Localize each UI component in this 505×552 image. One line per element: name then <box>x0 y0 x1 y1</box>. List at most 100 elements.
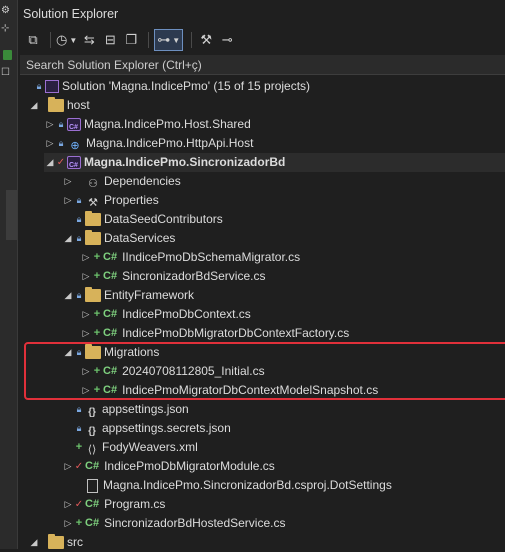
lock-icon: 🔒︎ <box>58 138 64 148</box>
web-project-icon: ⊕ <box>70 140 80 152</box>
tree-item-file[interactable]: ▷ + C# IndicePmoDbMigratorDbContextFacto… <box>80 324 350 343</box>
tree-item-folder[interactable]: ◢ 🔒︎ DataServices <box>62 229 175 248</box>
gear-icon[interactable]: ⚙ <box>1 6 13 16</box>
left-scrollbar[interactable] <box>6 190 17 240</box>
lock-icon: 🔒︎ <box>76 404 82 414</box>
added-icon: + <box>75 517 83 529</box>
tree-item-file[interactable]: ▷ + C# 20240708112805_Initial.cs <box>80 362 265 381</box>
expanded-caret-icon[interactable]: ◢ <box>28 533 40 552</box>
search-input[interactable]: Search Solution Explorer (Ctrl+ç) <box>20 55 505 75</box>
tree-item-label: Magna.IndicePmo.HttpApi.Host <box>86 136 254 150</box>
tree-item-label: Properties <box>104 193 159 207</box>
history-icon[interactable]: ◷ ▼ <box>56 30 77 50</box>
tree-item-project[interactable]: ▷ 🔒︎ ⊕ Magna.IndicePmo.HttpApi.Host <box>44 134 254 153</box>
added-icon: + <box>93 251 101 263</box>
toolbar-separator <box>191 32 193 48</box>
folder-icon <box>85 287 101 302</box>
tree-item-file[interactable]: ▷ + C# SincronizadorBdService.cs <box>80 267 266 286</box>
collapsed-caret-icon[interactable]: ▷ <box>44 115 56 134</box>
collapsed-caret-icon[interactable]: ▷ <box>80 324 92 343</box>
csharp-file-icon: C# <box>85 460 100 472</box>
tree-item-solution[interactable]: 🔒︎ Solution 'Magna.IndicePmo' (15 of 15 … <box>22 77 310 96</box>
lock-icon: 🔒︎ <box>76 423 82 433</box>
lock-icon: 🔒︎ <box>76 347 82 357</box>
tree-item-host[interactable]: ◢ host <box>28 96 90 115</box>
collapse-all-icon[interactable]: ⊟ <box>101 30 119 50</box>
show-all-files-icon[interactable]: ⊶ ▼ <box>154 29 184 51</box>
solution-explorer-toolbar: ⧉ ◷ ▼ ⇆ ⊟ ❐ ⊶ ▼ ⚒ ⊸ <box>18 28 505 52</box>
toolbar-separator <box>148 32 150 48</box>
csharp-file-icon: C# <box>103 270 118 282</box>
collapsed-caret-icon[interactable]: ▷ <box>62 191 74 210</box>
tree-item-label: appsettings.json <box>102 402 189 416</box>
expanded-caret-icon[interactable]: ◢ <box>62 229 74 248</box>
csproj-icon <box>67 118 81 137</box>
tree-item-project[interactable]: ▷ 🔒︎ Magna.IndicePmo.Host.Shared <box>44 115 251 137</box>
lock-icon: 🔒︎ <box>76 290 82 300</box>
lock-icon: 🔒︎ <box>36 81 42 91</box>
panel-title: Solution Explorer <box>23 7 119 21</box>
json-file-icon: {} <box>88 407 96 418</box>
csharp-file-icon: C# <box>103 251 118 263</box>
tree-item-file[interactable]: ▷ + C# SincronizadorBdHostedService.cs <box>62 514 286 533</box>
tree-item-folder-migrations[interactable]: ◢ 🔒︎ Migrations <box>62 343 159 362</box>
tree-item-file[interactable]: ▷ ✓ C# IndicePmoDbMigratorModule.cs <box>62 457 275 476</box>
expanded-caret-icon[interactable]: ◢ <box>28 96 40 115</box>
collapsed-caret-icon[interactable]: ▷ <box>80 381 92 400</box>
collapsed-caret-icon[interactable]: ▷ <box>80 248 92 267</box>
expanded-caret-icon[interactable]: ◢ <box>44 153 56 172</box>
added-icon: + <box>93 308 101 320</box>
vs-project-icon[interactable]: ⧉ <box>24 30 42 50</box>
tree-item-label: FodyWeavers.xml <box>102 440 198 454</box>
tree-item-label: Magna.IndicePmo.SincronizadorBd <box>84 155 286 169</box>
tree-item-file[interactable]: ▷ ✓ C# Program.cs <box>62 495 166 514</box>
tree-item-src[interactable]: ◢ src <box>28 533 83 552</box>
file-icon <box>87 478 98 493</box>
collapsed-caret-icon[interactable]: ▷ <box>62 495 74 514</box>
collapsed-caret-icon[interactable]: ▷ <box>80 305 92 324</box>
collapsed-caret-icon[interactable]: ▷ <box>80 362 92 381</box>
tree-item-file[interactable]: ▷ + C# IndicePmoDbContext.cs <box>80 305 251 324</box>
tree-item-label: Dependencies <box>104 174 181 188</box>
collapsed-caret-icon[interactable]: ▷ <box>44 134 56 153</box>
tree-item-file[interactable]: ▷ + C# IIndicePmoDbSchemaMigrator.cs <box>80 248 301 267</box>
checkmark-icon: ✓ <box>74 499 84 510</box>
tree-item-dependencies[interactable]: ▷ ⚇ Dependencies <box>62 172 181 191</box>
checkbox-icon[interactable]: ☐ <box>1 68 13 78</box>
tree-item-label: SincronizadorBdService.cs <box>122 269 266 283</box>
tree-item-label: 20240708112805_Initial.cs <box>122 364 265 378</box>
wrench-icon[interactable]: ⚒ <box>197 30 215 50</box>
tree-item-label: Migrations <box>104 345 160 359</box>
tree-item-file[interactable]: 🔒︎ {} appsettings.json <box>62 400 189 419</box>
tree-item-folder[interactable]: 🔒︎ DataSeedContributors <box>62 210 223 229</box>
added-icon: + <box>93 384 101 396</box>
added-icon: + <box>93 365 101 377</box>
tree-item-file[interactable]: ▷ + C# IndicePmoMigratorDbContextModelSn… <box>80 381 379 400</box>
folder-icon <box>85 230 101 245</box>
tree-item-file[interactable]: Magna.IndicePmo.SincronizadorBd.csproj.D… <box>62 476 392 495</box>
properties-icon: ⚒ <box>88 197 98 209</box>
tree-item-file[interactable]: + ⟨⟩ FodyWeavers.xml <box>62 438 198 457</box>
lock-icon: 🔒︎ <box>76 195 82 205</box>
copy-icon[interactable]: ❐ <box>122 30 140 50</box>
csharp-file-icon: C# <box>85 498 100 510</box>
expanded-caret-icon[interactable]: ◢ <box>62 286 74 305</box>
folder-icon <box>48 534 64 549</box>
tree-item-properties[interactable]: ▷ 🔒︎ ⚒ Properties <box>62 191 159 210</box>
preview-icon[interactable]: ⊸ <box>218 30 236 50</box>
tree-item-folder[interactable]: ◢ 🔒︎ EntityFramework <box>62 286 194 305</box>
collapsed-caret-icon[interactable]: ▷ <box>62 172 74 191</box>
expanded-caret-icon[interactable]: ◢ <box>62 343 74 362</box>
xml-file-icon: ⟨⟩ <box>87 444 97 456</box>
collapsed-caret-icon[interactable]: ▷ <box>62 514 74 533</box>
tree-item-file[interactable]: 🔒︎ {} appsettings.secrets.json <box>62 419 231 438</box>
sync-icon[interactable]: ⇆ <box>80 30 98 50</box>
checkmark-icon: ✓ <box>74 461 84 472</box>
csharp-file-icon: C# <box>103 384 118 396</box>
tree-item-project-selected[interactable]: ◢ ✓ Magna.IndicePmo.SincronizadorBd <box>44 153 505 175</box>
collapsed-caret-icon[interactable]: ▷ <box>62 457 74 476</box>
collapsed-caret-icon[interactable]: ▷ <box>80 267 92 286</box>
tree-item-label: Magna.IndicePmo.SincronizadorBd.csproj.D… <box>103 478 392 492</box>
tree-item-label: EntityFramework <box>104 288 195 302</box>
pin-icon[interactable]: ⊹ <box>1 24 13 34</box>
